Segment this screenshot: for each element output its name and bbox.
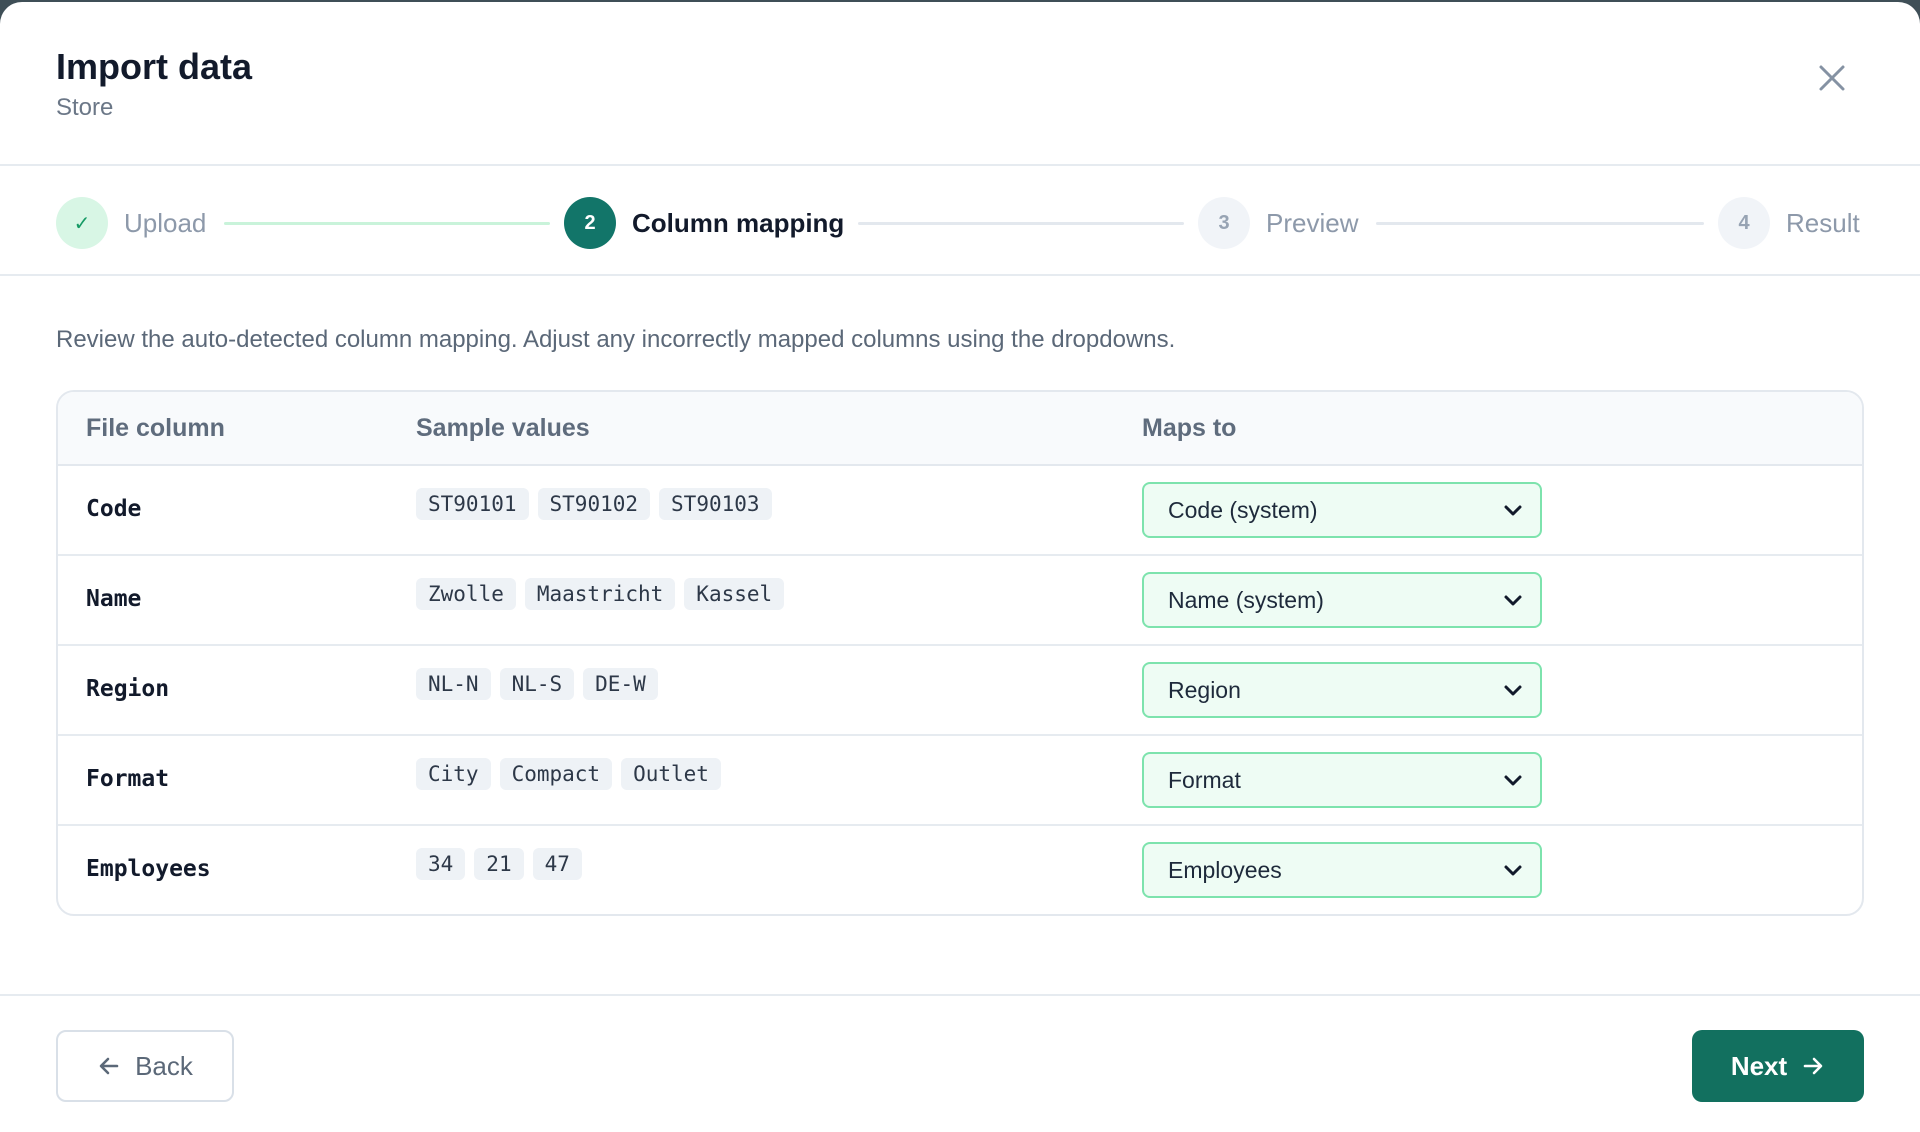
step-1-label: Upload (124, 208, 207, 238)
sample-chip: Zwolle (416, 578, 516, 610)
table-row: Employees 34 21 47 Employees (58, 826, 1862, 914)
maps-to-value: Name (system) (1168, 586, 1324, 613)
step-3-indicator: 3 (1198, 197, 1250, 249)
file-column-name: Employees (86, 856, 211, 882)
close-icon (1819, 65, 1845, 91)
next-button[interactable]: Next (1692, 1030, 1864, 1102)
table-row: Region NL-N NL-S DE-W Region (58, 646, 1862, 736)
arrow-left-icon (99, 1057, 119, 1075)
step-4-indicator: 4 (1718, 197, 1770, 249)
maps-to-select[interactable]: Code (system) (1142, 482, 1542, 538)
maps-to-select[interactable]: Region (1142, 662, 1542, 718)
sample-chip: DE-W (583, 668, 658, 700)
sample-values: 34 21 47 (416, 848, 582, 880)
chevron-down-icon (1504, 685, 1522, 696)
sample-chip: Kassel (684, 578, 785, 610)
dialog-title: Import data (56, 46, 253, 87)
close-button[interactable] (1812, 58, 1852, 98)
chevron-down-icon (1504, 505, 1522, 516)
sample-chip: Maastricht (524, 578, 676, 610)
sample-values: ST90101 ST90102 ST90103 (416, 488, 772, 520)
stepper: ✓ Upload 2 Column mapping 3 Preview 4 Re… (0, 166, 1920, 276)
chevron-down-icon (1504, 595, 1522, 606)
arrow-right-icon (1803, 1057, 1823, 1075)
sample-chip: ST90102 (537, 488, 651, 520)
sample-values: Zwolle Maastricht Kassel (416, 578, 785, 610)
column-mapping-table: File column Sample values Maps to Code S… (56, 390, 1864, 916)
back-button[interactable]: Back (56, 1030, 234, 1102)
file-column-name: Format (86, 766, 170, 792)
sample-chip: Compact (499, 758, 613, 790)
step-3-label: Preview (1266, 208, 1359, 238)
step-connector-1 (224, 222, 550, 225)
file-column-name: Code (86, 496, 142, 522)
table-header: File column Sample values Maps to (58, 392, 1862, 466)
step-connector-3 (1376, 222, 1704, 225)
dialog-subtitle: Store (56, 94, 114, 121)
sample-chip: Outlet (621, 758, 721, 790)
sample-chip: NL-N (416, 668, 491, 700)
file-column-name: Name (86, 586, 142, 612)
sample-chip: ST90101 (416, 488, 529, 520)
table-row: Format City Compact Outlet Format (58, 736, 1862, 826)
sample-chip: 34 (416, 848, 466, 880)
step-2-label: Column mapping (632, 208, 845, 238)
table-row: Code ST90101 ST90102 ST90103 Code (syste… (58, 466, 1862, 556)
sample-chip: 47 (532, 848, 582, 880)
chevron-down-icon (1504, 865, 1522, 876)
import-dialog: Import data Store ✓ Upload 2 Column mapp… (0, 2, 1920, 1132)
maps-to-select[interactable]: Name (system) (1142, 572, 1542, 628)
header-file-column: File column (86, 414, 225, 442)
dialog-footer: Back Next (0, 994, 1920, 1132)
sample-chip: 21 (474, 848, 524, 880)
step-4-label: Result (1786, 208, 1860, 238)
back-button-label: Back (135, 1050, 193, 1081)
checkmark-icon: ✓ (73, 212, 91, 235)
header-sample-values: Sample values (416, 414, 590, 442)
file-column-name: Region (86, 676, 170, 702)
maps-to-select[interactable]: Format (1142, 752, 1542, 808)
step-connector-2 (858, 222, 1184, 225)
sample-values: City Compact Outlet (416, 758, 721, 790)
sample-chip: NL-S (499, 668, 575, 700)
chevron-down-icon (1504, 775, 1522, 786)
sample-values: NL-N NL-S DE-W (416, 668, 658, 700)
maps-to-value: Code (system) (1168, 496, 1318, 523)
dialog-header: Import data Store (0, 2, 1920, 166)
maps-to-value: Format (1168, 766, 1241, 793)
step-1-complete-indicator: ✓ (56, 197, 108, 249)
maps-to-value: Region (1168, 676, 1241, 703)
header-maps-to: Maps to (1142, 414, 1237, 442)
table-row: Name Zwolle Maastricht Kassel Name (syst… (58, 556, 1862, 646)
maps-to-value: Employees (1168, 856, 1282, 883)
maps-to-select[interactable]: Employees (1142, 842, 1542, 898)
step-2-indicator: 2 (564, 197, 616, 249)
next-button-label: Next (1730, 1050, 1788, 1081)
instructions-text: Review the auto-detected column mapping.… (56, 326, 1176, 353)
sample-chip: City (416, 758, 491, 790)
sample-chip: ST90103 (659, 488, 772, 520)
